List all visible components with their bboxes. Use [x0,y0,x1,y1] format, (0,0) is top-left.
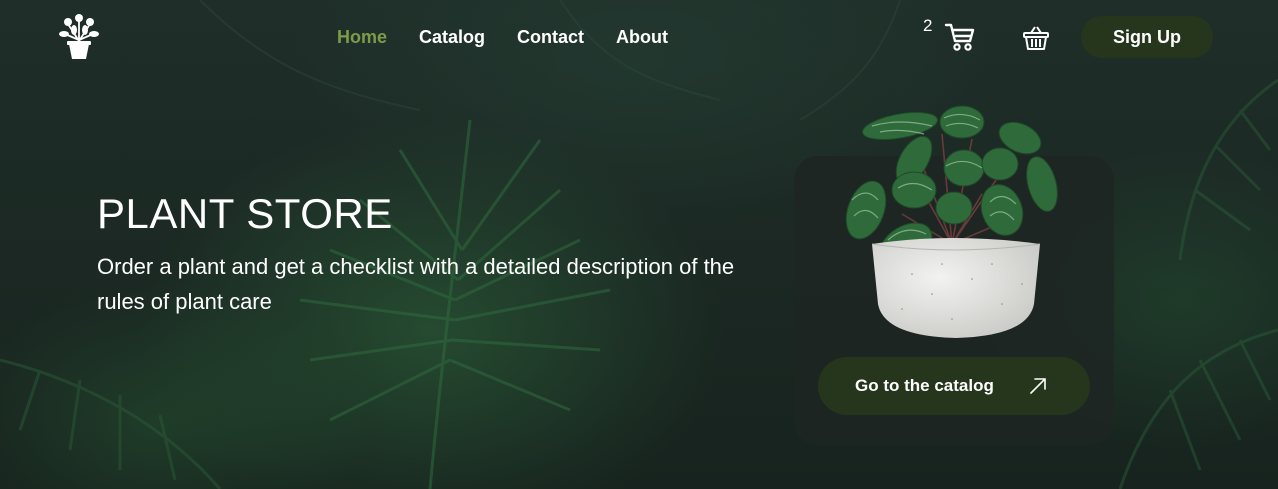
potted-plant-image [832,104,1072,340]
shopping-cart-icon[interactable] [944,22,976,52]
go-to-catalog-button[interactable]: Go to the catalog [818,357,1090,415]
go-to-catalog-label: Go to the catalog [855,376,994,395]
site-header: Home Catalog Contact About 2 Sign Up [0,0,1278,74]
main-nav: Home Catalog Contact About [337,26,668,48]
page-title: PLANT STORE [97,190,393,237]
arrow-up-right-icon [1028,376,1048,396]
nav-item-home[interactable]: Home [337,26,387,48]
nav-item-contact[interactable]: Contact [517,26,584,48]
sign-up-button[interactable]: Sign Up [1081,16,1213,58]
flower-pot-logo-icon[interactable] [56,14,102,60]
cart-count-badge: 2 [923,16,933,35]
basket-icon[interactable] [1022,25,1050,51]
hero-subtitle: Order a plant and get a checklist with a… [97,254,735,314]
nav-item-catalog[interactable]: Catalog [419,26,485,48]
nav-item-about[interactable]: About [616,26,668,48]
